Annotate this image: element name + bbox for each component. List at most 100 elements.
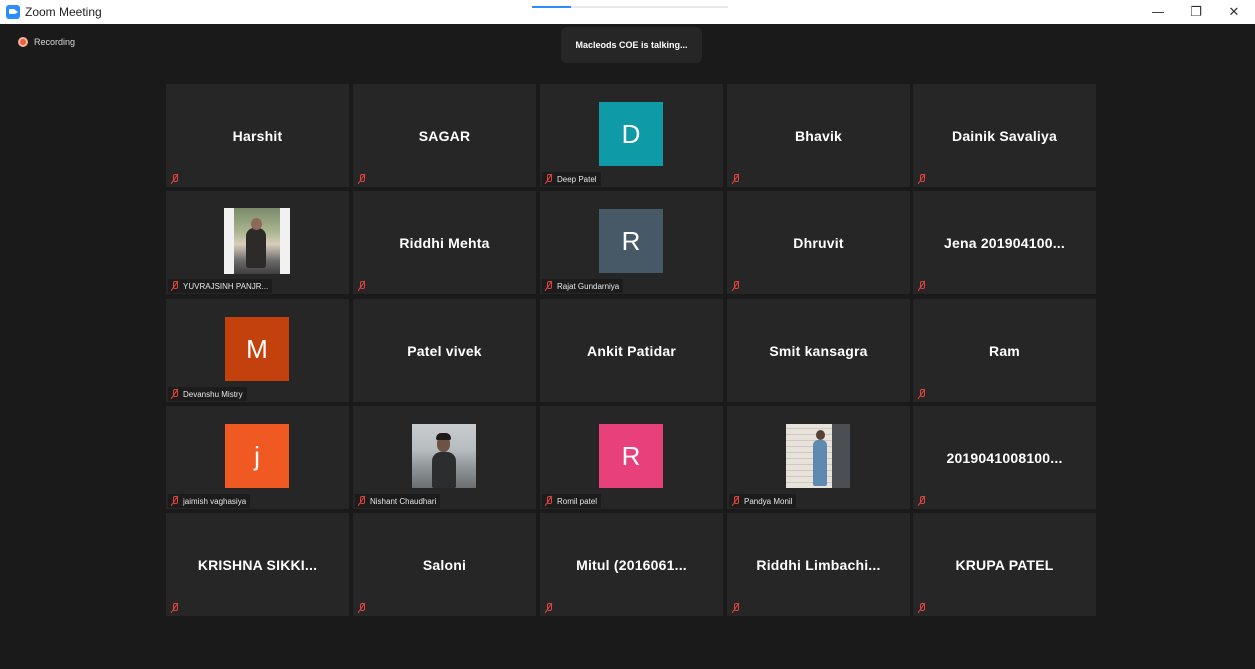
close-button[interactable]: ✕: [1218, 0, 1250, 24]
loading-progress-bar: [532, 6, 728, 8]
participant-name-footer: [355, 172, 370, 186]
participant-tile[interactable]: Harshit: [166, 84, 349, 187]
recording-indicator[interactable]: Recording: [18, 37, 75, 47]
participant-tile[interactable]: Saloni: [353, 513, 536, 616]
participant-tile[interactable]: 2019041008100...: [913, 406, 1096, 509]
mic-muted-icon: [544, 496, 553, 506]
participant-name-footer: Nishant Chaudhari: [355, 494, 441, 508]
participant-tile[interactable]: Mitul (2016061...: [540, 513, 723, 616]
mic-muted-icon: [917, 174, 926, 184]
mic-muted-icon: [917, 281, 926, 291]
participant-name-footer: [915, 387, 930, 401]
participant-name-footer: [915, 279, 930, 293]
mic-muted-icon: [544, 603, 553, 613]
participant-display-name: Dhruvit: [793, 235, 844, 251]
participant-display-name: SAGAR: [418, 128, 471, 144]
mic-muted-icon: [170, 496, 179, 506]
mic-muted-icon: [544, 174, 553, 184]
participant-tile[interactable]: Patel vivek: [353, 299, 536, 402]
participant-name-label: Pandya Monil: [744, 496, 793, 506]
participant-name-footer: Deep Patel: [542, 172, 601, 186]
minimize-button[interactable]: —: [1142, 0, 1174, 24]
participant-tile[interactable]: Bhavik: [727, 84, 910, 187]
participant-tile[interactable]: j jaimish vaghasiya: [166, 406, 349, 509]
participant-tile[interactable]: YUVRAJSINH PANJR...: [166, 191, 349, 294]
participant-tile[interactable]: R Rajat Gundarniya: [540, 191, 723, 294]
participant-name-label: Rajat Gundarniya: [557, 281, 620, 291]
participant-display-name: Jena 201904100...: [944, 235, 1065, 251]
participant-tile[interactable]: Riddhi Mehta: [353, 191, 536, 294]
mic-muted-icon: [170, 389, 179, 399]
participant-name-label: Romil patel: [557, 496, 598, 506]
participant-profile-photo: [412, 424, 476, 488]
participant-name-footer: [915, 601, 930, 615]
participant-display-name: Bhavik: [794, 128, 843, 144]
window-title: Zoom Meeting: [25, 5, 102, 19]
mic-muted-icon: [357, 603, 366, 613]
mic-muted-icon: [917, 496, 926, 506]
participant-avatar: M: [225, 317, 289, 381]
participant-display-name: Mitul (2016061...: [576, 557, 687, 573]
participant-tile[interactable]: KRUPA PATEL: [913, 513, 1096, 616]
participant-tile[interactable]: Ram: [913, 299, 1096, 402]
participant-tile[interactable]: SAGAR: [353, 84, 536, 187]
participant-tile[interactable]: Dhruvit: [727, 191, 910, 294]
mic-muted-icon: [544, 281, 553, 291]
active-speaker-banner: Macleods COE is talking...: [561, 27, 702, 63]
participant-tile[interactable]: D Deep Patel: [540, 84, 723, 187]
participant-name-label: YUVRAJSINH PANJR...: [183, 281, 269, 291]
participant-tile[interactable]: Smit kansagra: [727, 299, 910, 402]
participant-name-footer: [355, 279, 370, 293]
participant-tile[interactable]: Nishant Chaudhari: [353, 406, 536, 509]
participant-tile[interactable]: R Romil patel: [540, 406, 723, 509]
participant-tile[interactable]: Riddhi Limbachi...: [727, 513, 910, 616]
participant-name-label: Deep Patel: [557, 174, 597, 184]
participant-display-name: Saloni: [422, 557, 467, 573]
participant-display-name: KRUPA PATEL: [955, 557, 1054, 573]
participant-name-footer: Rajat Gundarniya: [542, 279, 624, 293]
participant-tile[interactable]: Pandya Monil: [727, 406, 910, 509]
participant-display-name: Riddhi Mehta: [399, 235, 490, 251]
participant-tile[interactable]: Jena 201904100...: [913, 191, 1096, 294]
participant-tile[interactable]: Ankit Patidar: [540, 299, 723, 402]
loading-progress-fill: [532, 6, 572, 8]
meeting-stage: Recording Macleods COE is talking... Har…: [6, 24, 1255, 669]
participant-name-footer: [729, 279, 744, 293]
participant-avatar: R: [599, 424, 663, 488]
participant-profile-photo: [786, 424, 850, 488]
participant-avatar: R: [599, 209, 663, 273]
recording-icon: [18, 37, 28, 47]
participant-avatar: D: [599, 102, 663, 166]
mic-muted-icon: [731, 281, 740, 291]
participant-display-name: Riddhi Limbachi...: [756, 557, 881, 573]
participant-name-footer: [168, 172, 183, 186]
participant-name-footer: Devanshu Mistry: [168, 387, 247, 401]
mic-muted-icon: [357, 496, 366, 506]
participant-name-footer: [915, 494, 930, 508]
mic-muted-icon: [731, 174, 740, 184]
participant-name-footer: [168, 601, 183, 615]
mic-muted-icon: [357, 174, 366, 184]
participant-display-name: Harshit: [232, 128, 283, 144]
participant-display-name: Smit kansagra: [769, 343, 868, 359]
participant-name-footer: [355, 601, 370, 615]
participant-display-name: Ankit Patidar: [587, 343, 676, 359]
participant-name-label: Nishant Chaudhari: [370, 496, 437, 506]
mic-muted-icon: [731, 603, 740, 613]
participant-tile[interactable]: Dainik Savaliya: [913, 84, 1096, 187]
participant-tile[interactable]: KRISHNA SIKKI...: [166, 513, 349, 616]
mic-muted-icon: [170, 603, 179, 613]
participant-name-footer: [729, 172, 744, 186]
participant-display-name: Dainik Savaliya: [952, 128, 1057, 144]
participant-display-name: Patel vivek: [407, 343, 482, 359]
participant-name-footer: Pandya Monil: [729, 494, 797, 508]
participant-display-name: KRISHNA SIKKI...: [197, 557, 318, 573]
zoom-logo-icon: [6, 5, 20, 19]
mic-muted-icon: [731, 496, 740, 506]
participant-name-footer: [729, 601, 744, 615]
participant-avatar: j: [225, 424, 289, 488]
participant-name-footer: YUVRAJSINH PANJR...: [168, 279, 273, 293]
mic-muted-icon: [170, 281, 179, 291]
restore-button[interactable]: ❐: [1180, 0, 1212, 24]
participant-tile[interactable]: M Devanshu Mistry: [166, 299, 349, 402]
